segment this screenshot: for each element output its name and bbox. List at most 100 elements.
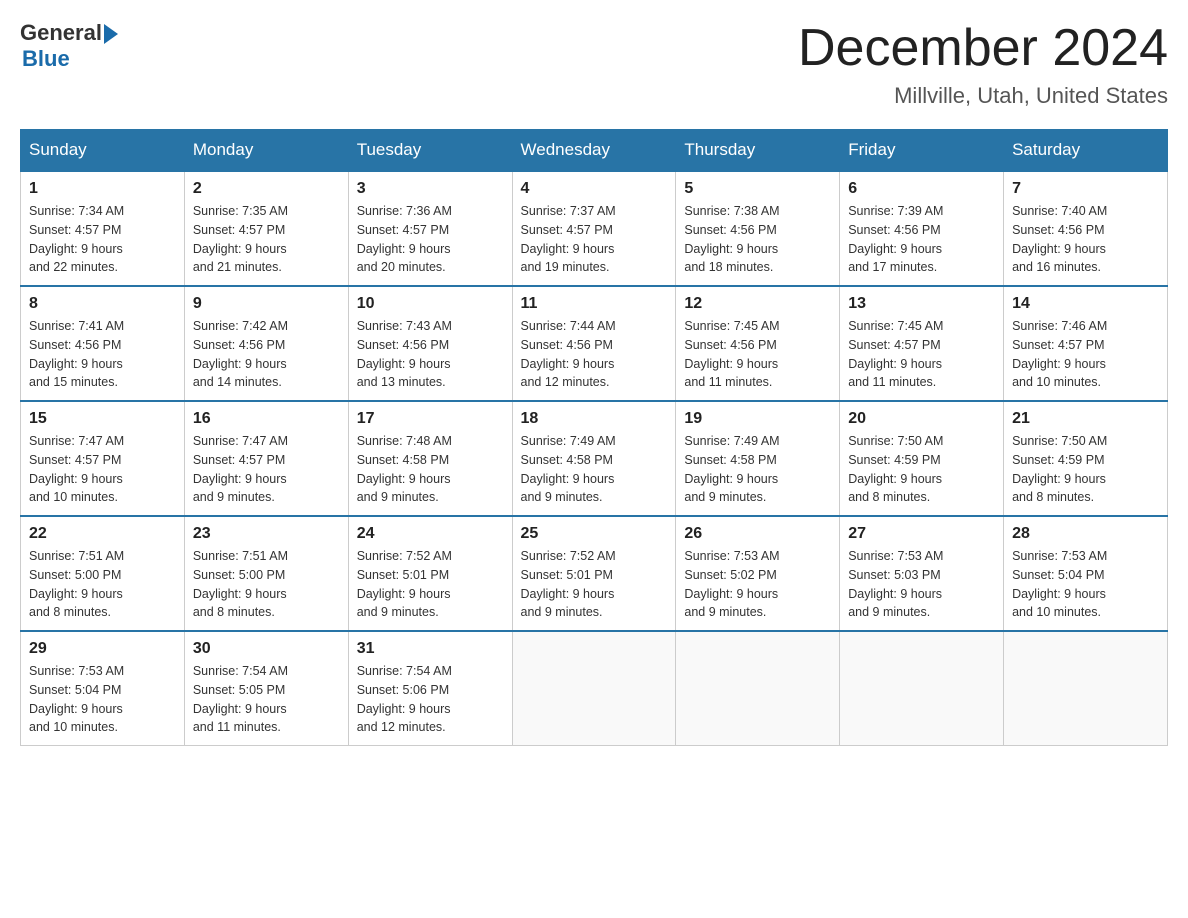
day-number: 6 [848,180,995,198]
logo-blue-text: Blue [22,46,70,72]
header-sunday: Sunday [21,130,185,172]
calendar-day-cell: 6 Sunrise: 7:39 AMSunset: 4:56 PMDaylight… [840,171,1004,286]
header-friday: Friday [840,130,1004,172]
day-info: Sunrise: 7:43 AMSunset: 4:56 PMDaylight:… [357,317,504,392]
calendar-day-cell: 14 Sunrise: 7:46 AMSunset: 4:57 PMDayligh… [1004,286,1168,401]
calendar-day-cell: 15 Sunrise: 7:47 AMSunset: 4:57 PMDayligh… [21,401,185,516]
day-number: 26 [684,525,831,543]
day-number: 12 [684,295,831,313]
calendar-day-cell: 24 Sunrise: 7:52 AMSunset: 5:01 PMDayligh… [348,516,512,631]
day-info: Sunrise: 7:45 AMSunset: 4:57 PMDaylight:… [848,317,995,392]
day-info: Sunrise: 7:47 AMSunset: 4:57 PMDaylight:… [193,432,340,507]
day-number: 18 [521,410,668,428]
header-thursday: Thursday [676,130,840,172]
calendar-day-cell: 19 Sunrise: 7:49 AMSunset: 4:58 PMDayligh… [676,401,840,516]
logo-arrow-icon [104,24,118,44]
logo: General Blue [20,20,118,72]
day-info: Sunrise: 7:47 AMSunset: 4:57 PMDaylight:… [29,432,176,507]
day-number: 8 [29,295,176,313]
calendar-day-cell: 5Sunrise: 7:38 AMSunset: 4:56 PMDaylight… [676,171,840,286]
calendar-day-cell: 16 Sunrise: 7:47 AMSunset: 4:57 PMDayligh… [184,401,348,516]
calendar-day-cell: 8 Sunrise: 7:41 AMSunset: 4:56 PMDaylight… [21,286,185,401]
calendar-day-cell: 4Sunrise: 7:37 AMSunset: 4:57 PMDaylight… [512,171,676,286]
day-number: 28 [1012,525,1159,543]
calendar-day-cell: 11 Sunrise: 7:44 AMSunset: 4:56 PMDayligh… [512,286,676,401]
day-number: 4 [521,180,668,198]
day-info: Sunrise: 7:53 AMSunset: 5:03 PMDaylight:… [848,547,995,622]
day-number: 17 [357,410,504,428]
day-info: Sunrise: 7:44 AMSunset: 4:56 PMDaylight:… [521,317,668,392]
day-info: Sunrise: 7:54 AMSunset: 5:06 PMDaylight:… [357,662,504,737]
day-number: 23 [193,525,340,543]
day-number: 9 [193,295,340,313]
day-number: 25 [521,525,668,543]
calendar-day-cell: 27Sunrise: 7:53 AMSunset: 5:03 PMDayligh… [840,516,1004,631]
calendar-day-cell: 17Sunrise: 7:48 AMSunset: 4:58 PMDayligh… [348,401,512,516]
day-number: 10 [357,295,504,313]
day-info: Sunrise: 7:36 AMSunset: 4:57 PMDaylight:… [357,202,504,277]
calendar-day-cell: 3 Sunrise: 7:36 AMSunset: 4:57 PMDaylight… [348,171,512,286]
day-number: 15 [29,410,176,428]
calendar-day-cell: 21Sunrise: 7:50 AMSunset: 4:59 PMDayligh… [1004,401,1168,516]
day-info: Sunrise: 7:50 AMSunset: 4:59 PMDaylight:… [848,432,995,507]
day-info: Sunrise: 7:53 AMSunset: 5:04 PMDaylight:… [29,662,176,737]
day-number: 30 [193,640,340,658]
day-number: 22 [29,525,176,543]
calendar-day-cell: 30Sunrise: 7:54 AMSunset: 5:05 PMDayligh… [184,631,348,746]
header-wednesday: Wednesday [512,130,676,172]
calendar-day-cell [840,631,1004,746]
day-number: 1 [29,180,176,198]
calendar-week-row: 29 Sunrise: 7:53 AMSunset: 5:04 PMDayligh… [21,631,1168,746]
calendar-day-cell: 13 Sunrise: 7:45 AMSunset: 4:57 PMDayligh… [840,286,1004,401]
calendar-day-cell: 31 Sunrise: 7:54 AMSunset: 5:06 PMDayligh… [348,631,512,746]
calendar-day-cell: 28 Sunrise: 7:53 AMSunset: 5:04 PMDayligh… [1004,516,1168,631]
day-number: 24 [357,525,504,543]
day-info: Sunrise: 7:52 AMSunset: 5:01 PMDaylight:… [357,547,504,622]
day-info: Sunrise: 7:41 AMSunset: 4:56 PMDaylight:… [29,317,176,392]
day-number: 3 [357,180,504,198]
day-info: Sunrise: 7:45 AMSunset: 4:56 PMDaylight:… [684,317,831,392]
calendar-day-cell [1004,631,1168,746]
day-number: 11 [521,295,668,313]
day-info: Sunrise: 7:53 AMSunset: 5:04 PMDaylight:… [1012,547,1159,622]
day-number: 5 [684,180,831,198]
calendar-day-cell [676,631,840,746]
day-number: 13 [848,295,995,313]
day-info: Sunrise: 7:49 AMSunset: 4:58 PMDaylight:… [684,432,831,507]
day-info: Sunrise: 7:53 AMSunset: 5:02 PMDaylight:… [684,547,831,622]
day-info: Sunrise: 7:49 AMSunset: 4:58 PMDaylight:… [521,432,668,507]
day-number: 19 [684,410,831,428]
day-info: Sunrise: 7:39 AMSunset: 4:56 PMDaylight:… [848,202,995,277]
page-header: General Blue December 2024 Millville, Ut… [20,20,1168,109]
day-number: 7 [1012,180,1159,198]
day-info: Sunrise: 7:52 AMSunset: 5:01 PMDaylight:… [521,547,668,622]
logo-general-text: General [20,20,102,46]
day-number: 20 [848,410,995,428]
day-info: Sunrise: 7:46 AMSunset: 4:57 PMDaylight:… [1012,317,1159,392]
day-number: 16 [193,410,340,428]
calendar-day-cell: 7 Sunrise: 7:40 AMSunset: 4:56 PMDaylight… [1004,171,1168,286]
calendar-day-cell [512,631,676,746]
day-number: 14 [1012,295,1159,313]
day-info: Sunrise: 7:40 AMSunset: 4:56 PMDaylight:… [1012,202,1159,277]
day-info: Sunrise: 7:51 AMSunset: 5:00 PMDaylight:… [193,547,340,622]
calendar-day-cell: 2 Sunrise: 7:35 AMSunset: 4:57 PMDaylight… [184,171,348,286]
calendar-day-cell: 12 Sunrise: 7:45 AMSunset: 4:56 PMDayligh… [676,286,840,401]
day-number: 31 [357,640,504,658]
day-number: 29 [29,640,176,658]
day-info: Sunrise: 7:51 AMSunset: 5:00 PMDaylight:… [29,547,176,622]
day-number: 21 [1012,410,1159,428]
header-monday: Monday [184,130,348,172]
calendar-day-cell: 23 Sunrise: 7:51 AMSunset: 5:00 PMDayligh… [184,516,348,631]
calendar-day-cell: 29 Sunrise: 7:53 AMSunset: 5:04 PMDayligh… [21,631,185,746]
month-title: December 2024 [798,20,1168,77]
calendar-day-cell: 1 Sunrise: 7:34 AMSunset: 4:57 PMDaylight… [21,171,185,286]
calendar-day-cell: 22 Sunrise: 7:51 AMSunset: 5:00 PMDayligh… [21,516,185,631]
day-info: Sunrise: 7:35 AMSunset: 4:57 PMDaylight:… [193,202,340,277]
header-saturday: Saturday [1004,130,1168,172]
calendar-week-row: 8 Sunrise: 7:41 AMSunset: 4:56 PMDaylight… [21,286,1168,401]
day-info: Sunrise: 7:34 AMSunset: 4:57 PMDaylight:… [29,202,176,277]
calendar-day-cell: 26 Sunrise: 7:53 AMSunset: 5:02 PMDayligh… [676,516,840,631]
calendar-week-row: 22 Sunrise: 7:51 AMSunset: 5:00 PMDayligh… [21,516,1168,631]
day-number: 2 [193,180,340,198]
